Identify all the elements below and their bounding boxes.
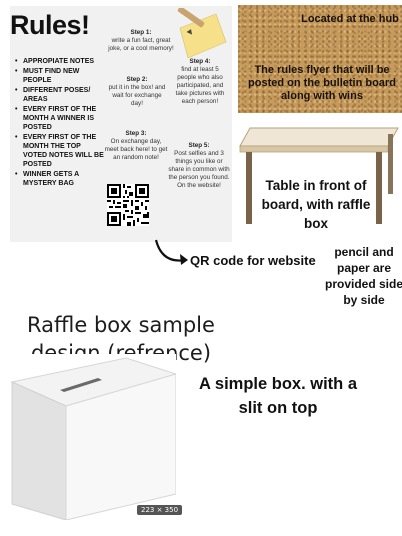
rules-title: Rules! xyxy=(10,10,90,40)
rule-item: APPROPIATE NOTES xyxy=(14,57,104,66)
qr-note: QR code for website xyxy=(190,253,316,268)
step-title: Step 5: xyxy=(188,142,210,149)
supplies-note: pencil and paper are provided side by si… xyxy=(324,245,402,307)
curved-arrow-icon xyxy=(154,239,188,265)
step-text: find at least 5 people who also particip… xyxy=(175,66,225,105)
step-2: Step 2: put it in the box! and wait for … xyxy=(106,76,168,108)
bulletin-location: Located at the hub xyxy=(301,13,399,25)
step-title: Step 4: xyxy=(189,58,211,65)
rule-item: WINNER GETS A MYSTERY BAG xyxy=(14,170,104,188)
step-3: Step 3: On exchange day, meet back here!… xyxy=(104,130,168,162)
step-5: Step 5: Post selfies and 3 things you li… xyxy=(168,142,230,190)
qr-code-icon[interactable] xyxy=(107,184,149,226)
step-title: Step 3: xyxy=(125,130,147,137)
rule-item: EVERY FIRST OF THE MONTH THE TOP VOTED N… xyxy=(14,133,104,169)
rule-item: DIFFERENT POSES/ AREAS xyxy=(14,86,104,104)
step-text: put it in the box! and wait for exchange… xyxy=(108,84,166,107)
step-text: write a fun fact, great joke, or a cool … xyxy=(108,37,174,52)
rule-item: MUST FIND NEW PEOPLE xyxy=(14,67,104,85)
raffle-box-image[interactable] xyxy=(6,354,178,521)
rules-list: APPROPIATE NOTES MUST FIND NEW PEOPLE DI… xyxy=(14,57,104,189)
bulletin-description: The rules flyer that will be posted on t… xyxy=(248,64,396,102)
rule-item: EVERY FIRST OF THE MONTH A WINNER IS POS… xyxy=(14,105,104,132)
image-size-badge: 223 × 350 xyxy=(137,505,183,515)
step-text: On exchange day, meet back here! to get … xyxy=(104,138,168,161)
box-note: A simple box. with a slit on top xyxy=(199,375,357,417)
step-1: Step 1: write a fun fact, great joke, or… xyxy=(106,29,176,53)
pencil-note-icon xyxy=(177,8,227,59)
box-icon xyxy=(10,357,178,521)
step-text: Post selfies and 3 things you like or sh… xyxy=(168,150,230,189)
table-note: Table in front of board, with raffle box xyxy=(261,178,371,231)
step-title: Step 2: xyxy=(126,76,148,83)
step-4: Step 4: find at least 5 people who also … xyxy=(172,58,228,106)
step-title: Step 1: xyxy=(130,29,152,36)
